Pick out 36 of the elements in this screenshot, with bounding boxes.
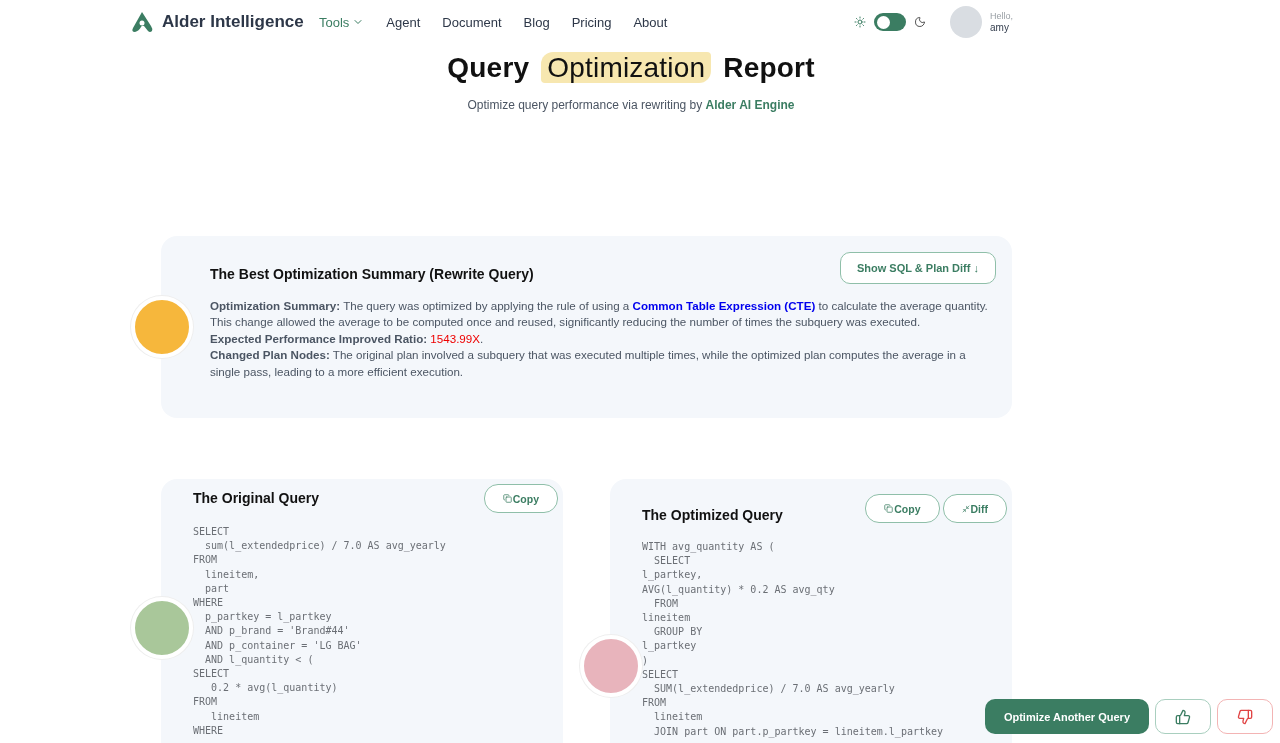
user-name: amy: [990, 22, 1010, 33]
card-title: The Optimized Query: [642, 506, 783, 523]
engine-link[interactable]: Alder AI Engine: [705, 98, 795, 112]
nav-link[interactable]: About: [633, 14, 668, 30]
cte-link[interactable]: Common Table Expression (CTE): [632, 299, 816, 312]
nav-link[interactable]: Agent: [386, 14, 421, 30]
nav-link[interactable]: Blog: [523, 14, 550, 30]
copy-icon: [884, 504, 894, 513]
page-title: Query Optimization Report: [447, 52, 815, 84]
diff-button[interactable]: Diff: [942, 494, 1007, 523]
collapse-arrows-icon: [961, 504, 970, 513]
brand-name: Alder Intelligence: [162, 12, 304, 32]
copy-button[interactable]: Copy: [865, 494, 940, 523]
summary-text: Changed Plan Nodes: The original plan involved a subquery that was executed multiple times, while the optimized plan computes the average in a single pass, leading to a more efficient execution.: [210, 347, 967, 380]
logo-icon: [130, 11, 154, 33]
show-diff-button[interactable]: Show SQL & Plan Diff ↓: [839, 252, 996, 284]
summary-title: The Best Optimization Summary (Rewrite Query): [210, 266, 534, 282]
thumbs-up-button[interactable]: [1155, 699, 1211, 734]
greeting: Hello,: [990, 11, 1013, 22]
nav-link[interactable]: Pricing: [571, 14, 612, 30]
card-title: The Original Query: [193, 490, 320, 506]
ratio-text: Expected Performance Improved Ratio: 1543.99X.: [210, 330, 485, 347]
nav-link[interactable]: Document: [442, 14, 502, 30]
thumbs-up-icon: [1175, 708, 1191, 725]
page-subtitle: Optimize query performance via rewriting by Alder AI Engine: [467, 98, 795, 112]
nav-link[interactable]: Tools: [319, 14, 365, 30]
sun-icon: [854, 16, 866, 28]
copy-icon: [502, 494, 512, 503]
thumbs-down-icon: [1237, 708, 1253, 725]
copy-button[interactable]: Copy: [483, 484, 558, 513]
optimize-another-button[interactable]: Optimize Another Query: [984, 699, 1149, 734]
summary-text: Optimization Summary: The query was optimized by applying the rule of using a Common Table Expression (CTE) to calculate the average quantity. This change allowed the average to be computed once and reused, significantly reducing the number of times the subquery was executed.: [210, 298, 989, 331]
moon-icon: [914, 16, 926, 28]
thumbs-down-button[interactable]: [1217, 699, 1273, 734]
sql-code: SELECT sum(l_extendedprice) / 7.0 AS avg_yearly FROM lineitem, part WHERE p_partkey = l_partkey AND p_brand = 'Brand#44' AND p_container = 'LG BAG' AND l_quantity < ( SELECT 0.2 * avg(l_quantity) FROM lineitem WHERE: [193, 525, 447, 738]
theme-toggle[interactable]: [874, 13, 906, 31]
